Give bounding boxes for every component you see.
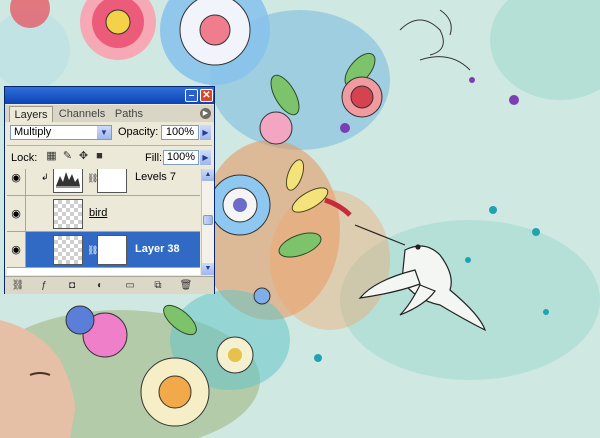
- fill-slider-arrow-icon[interactable]: ▶: [200, 150, 211, 165]
- levels-adjustment-icon[interactable]: [53, 169, 83, 193]
- flyout-menu-icon[interactable]: ▶: [200, 108, 211, 119]
- palette-tabs: Layers Channels Paths ▶: [5, 105, 214, 122]
- scroll-up-icon[interactable]: ▲: [202, 169, 214, 181]
- eye-icon[interactable]: ◉: [9, 207, 23, 221]
- layer-row-levels-7[interactable]: ◉ ↲ ⛓ Levels 7: [7, 169, 200, 196]
- layer-list[interactable]: ◉ ↲ ⛓ Levels 7 ◉ bird ◉ ⛓ Layer 38: [7, 169, 200, 275]
- layer-thumbnail[interactable]: [53, 235, 83, 265]
- lock-move-icon[interactable]: ✥: [77, 150, 90, 163]
- palette-titlebar[interactable]: – ✕: [5, 87, 214, 104]
- chevron-down-icon[interactable]: ▼: [97, 126, 111, 139]
- lock-transparent-icon[interactable]: ▦: [45, 150, 58, 163]
- eye-icon[interactable]: ◉: [9, 171, 23, 185]
- visibility-cell: ◉: [7, 232, 26, 267]
- opacity-label: Opacity:: [118, 126, 159, 138]
- new-group-icon[interactable]: ▭: [123, 279, 137, 292]
- layer-style-icon[interactable]: ƒ: [37, 279, 51, 292]
- layer-row-bird[interactable]: ◉ bird: [7, 196, 200, 232]
- opacity-field[interactable]: 100%: [161, 125, 199, 140]
- link-layers-icon[interactable]: ⛓: [11, 279, 25, 292]
- lock-all-icon[interactable]: ■: [93, 150, 106, 163]
- tab-paths[interactable]: Paths: [111, 106, 147, 122]
- layer-name[interactable]: Levels 7: [135, 171, 176, 183]
- lock-label: Lock:: [11, 152, 38, 164]
- new-layer-icon[interactable]: ⧉: [151, 279, 165, 292]
- palette-bottom-toolbar: ⛓ ƒ ◘ ◐ ▭ ⧉ 🗑: [5, 276, 214, 294]
- lock-brush-icon[interactable]: ✎: [61, 150, 74, 163]
- opacity-slider-arrow-icon[interactable]: ▶: [200, 125, 211, 140]
- layer-mask-thumbnail[interactable]: [97, 235, 127, 265]
- layer-list-scrollbar[interactable]: ▲ ▼: [201, 169, 214, 275]
- close-button[interactable]: ✕: [200, 89, 213, 102]
- blend-mode-value: Multiply: [14, 126, 52, 138]
- layer-row-layer-38[interactable]: ◉ ⛓ Layer 38: [7, 232, 200, 268]
- eye-icon[interactable]: ◉: [9, 243, 23, 257]
- layer-thumbnail[interactable]: [53, 199, 83, 229]
- tab-channels[interactable]: Channels: [56, 106, 108, 122]
- layer-name[interactable]: bird: [89, 207, 107, 219]
- minimize-button[interactable]: –: [185, 89, 198, 102]
- fill-label: Fill:: [145, 152, 163, 164]
- layer-mask-thumbnail[interactable]: [97, 169, 127, 193]
- layer-name[interactable]: Layer 38: [135, 243, 180, 255]
- divider: [7, 145, 212, 146]
- add-mask-icon[interactable]: ◘: [65, 279, 79, 292]
- adjustment-layer-icon[interactable]: ◐: [93, 279, 107, 292]
- scroll-down-icon[interactable]: ▼: [202, 263, 214, 275]
- clip-arrow-icon: ↲: [41, 172, 49, 182]
- fill-field[interactable]: 100%: [163, 150, 199, 165]
- visibility-cell: ◉: [7, 169, 26, 195]
- visibility-cell: ◉: [7, 196, 26, 231]
- blend-mode-select[interactable]: Multiply ▼: [10, 125, 112, 140]
- link-icon[interactable]: ⛓: [87, 173, 98, 183]
- scroll-thumb[interactable]: [203, 215, 213, 225]
- tab-layers[interactable]: Layers: [9, 106, 53, 122]
- layers-palette[interactable]: – ✕ Layers Channels Paths ▶ Multiply ▼ O…: [4, 86, 215, 294]
- trash-icon[interactable]: 🗑: [179, 279, 193, 292]
- link-icon[interactable]: ⛓: [87, 245, 98, 255]
